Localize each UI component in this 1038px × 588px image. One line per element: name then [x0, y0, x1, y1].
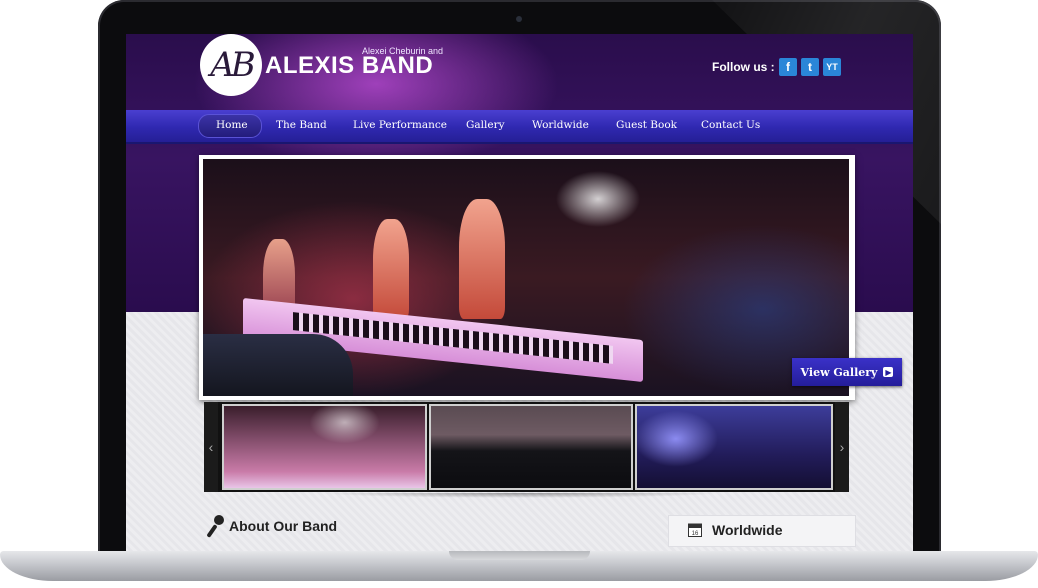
facebook-icon[interactable]: f	[779, 58, 797, 76]
brand-name[interactable]: ALEXIS BAND	[265, 52, 433, 80]
youtube-icon[interactable]: YT	[823, 58, 841, 76]
hero-slide-image	[203, 159, 849, 396]
nav-item-the-band[interactable]: The Band	[276, 110, 327, 142]
musician-arm	[203, 334, 353, 396]
thumbnail-1[interactable]	[222, 404, 427, 490]
microphone-icon	[207, 515, 224, 538]
thumbnail-2[interactable]	[429, 404, 633, 490]
thumbnail-shadow	[236, 493, 806, 507]
nav-item-contact-us[interactable]: Contact Us	[701, 110, 760, 142]
thumbnail-3[interactable]	[635, 404, 833, 490]
laptop-notch	[449, 551, 590, 560]
about-section-title: About Our Band	[229, 518, 338, 534]
thumbnail-strip: ‹ ›	[204, 402, 849, 492]
nav-item-guest-book[interactable]: Guest Book	[616, 110, 677, 142]
logo-text: AB	[210, 45, 256, 85]
performer-figure	[373, 219, 409, 319]
arrow-right-icon: ▶	[883, 367, 894, 377]
nav-item-live-performance[interactable]: Live Performance	[353, 110, 447, 142]
calendar-icon: 16	[688, 523, 702, 537]
nav-item-home[interactable]: Home	[216, 110, 248, 142]
view-gallery-label: View Gallery	[800, 365, 878, 379]
next-arrow-button[interactable]: ›	[835, 402, 849, 492]
twitter-icon[interactable]: t	[801, 58, 819, 76]
view-gallery-button[interactable]: View Gallery ▶	[792, 358, 902, 386]
performer-figure	[459, 199, 505, 319]
svg-text:16: 16	[692, 531, 699, 537]
prev-arrow-button[interactable]: ‹	[204, 402, 218, 492]
worldwide-section-title: Worldwide	[712, 522, 783, 538]
browser-screen: AB Alexei Cheburin and ALEXIS BAND Follo…	[126, 34, 913, 552]
main-nav: Home The Band Live Performance Gallery W…	[126, 110, 913, 144]
nav-item-worldwide[interactable]: Worldwide	[532, 110, 589, 142]
logo[interactable]: AB	[200, 34, 262, 96]
nav-item-gallery[interactable]: Gallery	[466, 110, 505, 142]
camera-icon	[516, 16, 522, 22]
follow-label: Follow us :	[712, 60, 775, 74]
hero-slider: View Gallery ▶	[199, 155, 902, 400]
